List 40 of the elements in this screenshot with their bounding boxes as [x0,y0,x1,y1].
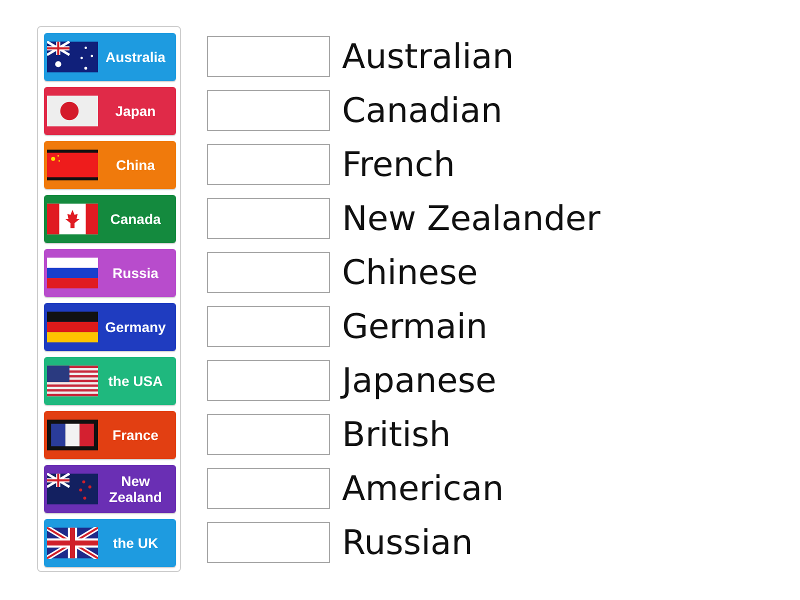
country-tile[interactable]: the UK [44,519,176,567]
flag-icon [47,257,98,289]
answer-box[interactable] [207,198,330,239]
flag-icon [47,365,98,397]
nationality-word: Germain [342,306,488,346]
country-tile[interactable]: Australia [44,33,176,81]
country-tile[interactable]: France [44,411,176,459]
country-tile[interactable]: Japan [44,87,176,135]
nationality-word: British [342,414,451,454]
flag-icon [47,95,98,127]
flag-icon [47,41,98,73]
nationality-word: Russian [342,522,473,562]
country-tile[interactable]: New Zealand [44,465,176,513]
answer-box[interactable] [207,90,330,131]
flag-icon [47,473,98,505]
flag-icon [47,311,98,343]
answer-box[interactable] [207,468,330,509]
country-tile[interactable]: Canada [44,195,176,243]
answer-box[interactable] [207,144,330,185]
nationality-word: Japanese [342,360,496,400]
nationality-word: New Zealander [342,198,600,238]
answer-box[interactable] [207,306,330,347]
answer-box[interactable] [207,360,330,401]
nationality-word: Chinese [342,252,478,292]
nationality-word: Canadian [342,90,502,130]
answer-box[interactable] [207,414,330,455]
answer-box[interactable] [207,36,330,77]
country-tile[interactable]: Germany [44,303,176,351]
country-tile[interactable]: Russia [44,249,176,297]
answer-box[interactable] [207,252,330,293]
country-tile[interactable]: the USA [44,357,176,405]
nationality-word: American [342,468,504,508]
flag-icon [47,527,98,559]
nationality-word: Australian [342,36,514,76]
nationality-word: French [342,144,456,184]
answer-box[interactable] [207,522,330,563]
flag-icon [47,419,98,451]
flag-icon [47,203,98,235]
country-tile[interactable]: China [44,141,176,189]
flag-icon [47,149,98,181]
